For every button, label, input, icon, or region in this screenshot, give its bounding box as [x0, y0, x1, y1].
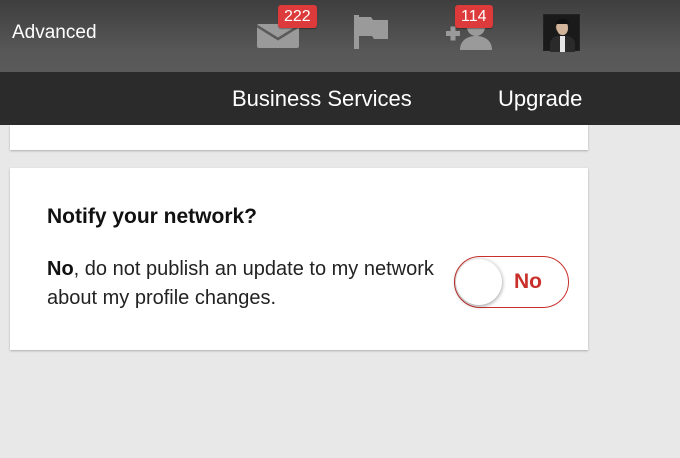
avatar-shirt	[560, 36, 565, 52]
flag-icon	[354, 15, 388, 49]
sub-navigation: Business Services Upgrade	[0, 72, 680, 125]
avatar[interactable]	[543, 14, 580, 52]
invitations-count-badge: 114	[455, 5, 493, 28]
notify-network-card: Notify your network? No, do not publish …	[10, 168, 588, 350]
business-services-link[interactable]: Business Services	[232, 86, 412, 112]
notify-description: No, do not publish an update to my netwo…	[47, 255, 437, 313]
upgrade-link[interactable]: Upgrade	[498, 86, 582, 112]
advanced-link[interactable]: Advanced	[12, 22, 97, 44]
avatar-hair	[556, 19, 569, 24]
messages-count-badge: 222	[278, 5, 317, 28]
toggle-knob[interactable]	[456, 259, 502, 305]
notify-toggle[interactable]: No	[454, 256, 569, 308]
notify-title: Notify your network?	[47, 205, 258, 228]
notifications-button[interactable]	[354, 15, 390, 49]
previous-section-card	[10, 125, 588, 150]
top-header: Advanced 222 114	[0, 0, 680, 72]
notify-description-text: , do not publish an update to my network…	[47, 258, 434, 309]
notify-choice-bold: No	[47, 258, 74, 280]
toggle-state-label: No	[514, 270, 542, 293]
